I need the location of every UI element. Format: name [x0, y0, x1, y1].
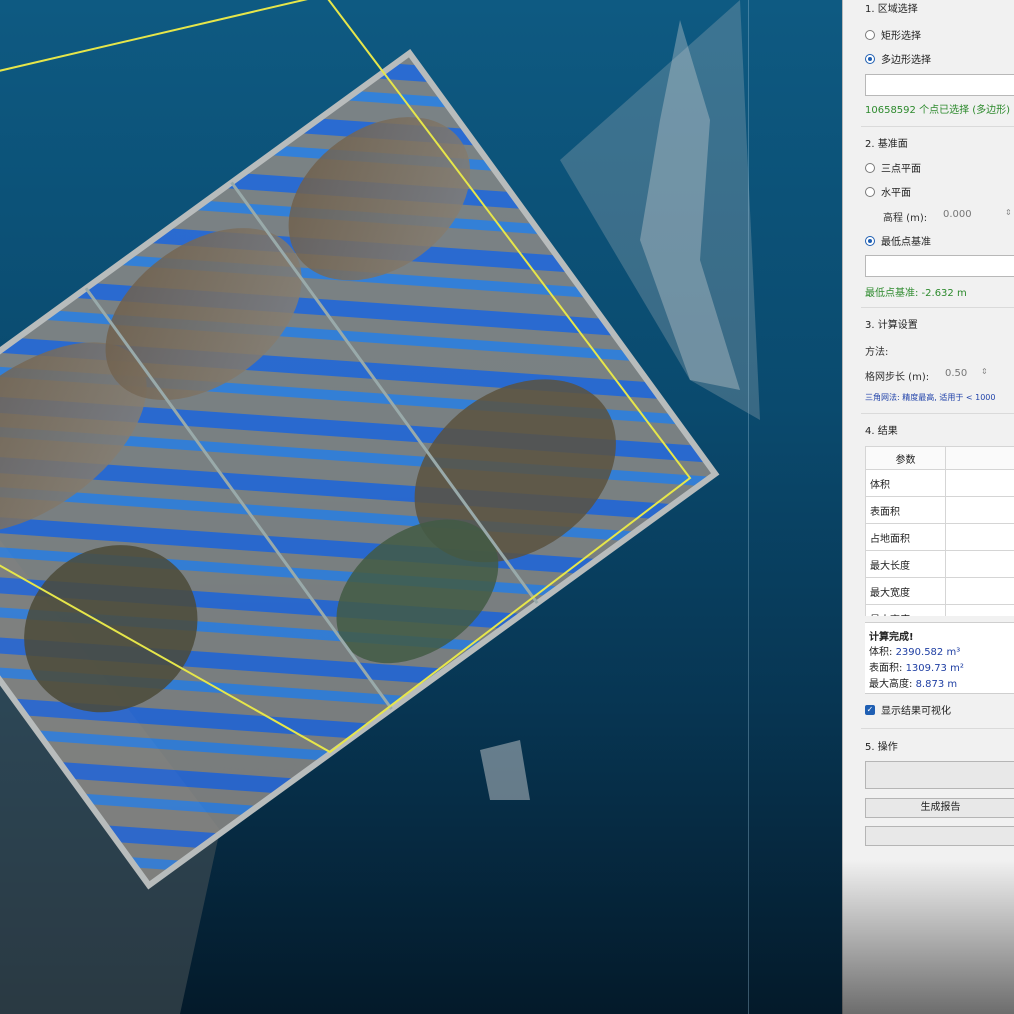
horizontal-label: 水平面	[881, 188, 911, 199]
lowest-point-label: 最低点基准	[881, 237, 931, 248]
section-region-title: 1. 区域选择	[865, 4, 918, 15]
result-table: 参数 体积 表面积 占地面积 最大长度 最大宽度 最大高度	[865, 446, 1014, 616]
section-calc-title: 3. 计算设置	[865, 320, 918, 331]
radio-on-icon	[865, 53, 875, 64]
base-input[interactable]	[865, 255, 1014, 277]
viewport-divider-line	[748, 0, 749, 1014]
param-header: 参数	[865, 446, 946, 470]
height-value: 8.873 m	[915, 679, 958, 690]
table-row: 表面积	[865, 496, 1014, 524]
method-label: 方法:	[865, 347, 889, 358]
spin-arrows-icon[interactable]: ⇕	[981, 367, 988, 376]
region-input[interactable]	[865, 74, 1014, 96]
lowest-point-radio[interactable]: 最低点基准	[865, 233, 931, 248]
volume-panel: 1. 区域选择 矩形选择 多边形选择 10658592 个点已选择 (多边形) …	[842, 0, 1014, 1014]
point-cloud-viewport[interactable]	[0, 0, 842, 1014]
surface-value: 1309.73 m²	[905, 663, 964, 674]
action-button-1[interactable]	[865, 761, 1014, 789]
base-status: 最低点基准: -2.632 m	[865, 288, 967, 299]
selection-status: 10658592 个点已选择 (多边形)	[865, 105, 1011, 116]
table-row: 最大高度	[865, 604, 1014, 616]
table-row: 占地面积	[865, 523, 1014, 551]
table-row: 最大长度	[865, 550, 1014, 578]
point-cloud-render	[0, 0, 760, 1014]
generate-report-button[interactable]: 生成报告	[865, 798, 1014, 818]
rect-select-label: 矩形选择	[881, 31, 921, 42]
spin-arrows-icon[interactable]: ⇕	[1005, 208, 1012, 217]
done-title: 计算完成!	[869, 632, 914, 643]
elevation-label: 高程 (m):	[883, 213, 928, 224]
poly-select-label: 多边形选择	[881, 55, 931, 66]
horizontal-radio[interactable]: 水平面	[865, 184, 911, 199]
radio-on-icon	[865, 235, 875, 246]
action-button-3[interactable]	[865, 826, 1014, 846]
volume-value: 2390.582 m³	[895, 647, 961, 658]
poly-select-radio[interactable]: 多边形选择	[865, 51, 931, 66]
grid-step-label: 格网步长 (m):	[865, 372, 930, 383]
result-table-container[interactable]: 参数 体积 表面积 占地面积 最大长度 最大宽度 最大高度	[865, 446, 1014, 616]
radio-off-icon	[865, 162, 875, 173]
method-note: 三角网法: 精度最高, 适用于 < 1000	[865, 393, 996, 402]
table-row: 最大宽度	[865, 577, 1014, 605]
result-summary: 计算完成! 体积: 2390.582 m³ 表面积: 1309.73 m² 最大…	[865, 622, 1014, 694]
three-point-radio[interactable]: 三点平面	[865, 160, 921, 175]
section-action-title: 5. 操作	[865, 742, 898, 753]
checkbox-checked-icon: ✓	[865, 704, 875, 715]
rect-select-radio[interactable]: 矩形选择	[865, 27, 921, 42]
section-result-title: 4. 结果	[865, 426, 898, 437]
section-base-title: 2. 基准面	[865, 139, 908, 150]
three-point-label: 三点平面	[881, 164, 921, 175]
visualize-checkbox[interactable]: ✓ 显示结果可视化	[865, 702, 951, 717]
grid-step-field[interactable]: 0.50	[945, 368, 967, 379]
visualize-label: 显示结果可视化	[881, 706, 951, 717]
radio-off-icon	[865, 186, 875, 197]
table-row: 体积	[865, 469, 1014, 497]
radio-off-icon	[865, 29, 875, 40]
elevation-field[interactable]: 0.000	[943, 209, 972, 220]
